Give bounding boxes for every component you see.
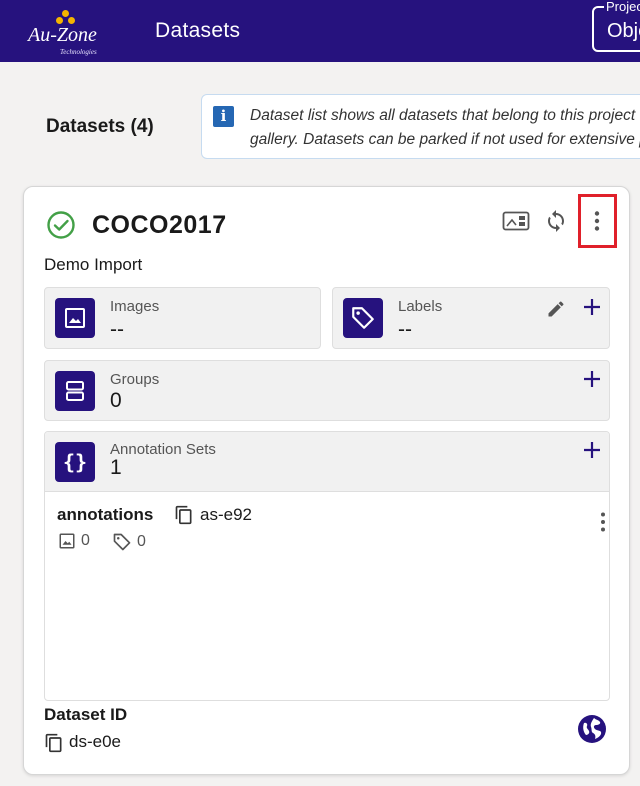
groups-label: Groups bbox=[110, 371, 160, 388]
groups-value: 0 bbox=[110, 389, 122, 412]
image-icon bbox=[55, 298, 95, 338]
sync-icon bbox=[548, 210, 564, 232]
tag-icon bbox=[113, 533, 131, 551]
add-labels-button[interactable] bbox=[581, 296, 603, 318]
images-value: -- bbox=[110, 318, 124, 341]
info-text: Dataset list shows all datasets that bel… bbox=[250, 104, 640, 152]
annotation-sets-header: {} Annotation Sets 1 bbox=[45, 432, 609, 492]
annotation-set-more-menu-button[interactable] bbox=[588, 507, 609, 537]
dataset-id-value: ds-e0e bbox=[69, 732, 121, 751]
info-icon: i bbox=[213, 106, 234, 127]
groups-icon bbox=[55, 371, 95, 411]
annotation-sets-section: {} Annotation Sets 1 annotations as-e92 bbox=[44, 431, 610, 701]
logo-subtext: Technologies bbox=[60, 48, 97, 56]
images-label: Images bbox=[110, 298, 160, 315]
image-icon bbox=[59, 533, 75, 549]
gallery-button[interactable] bbox=[501, 206, 531, 236]
globe-icon[interactable] bbox=[576, 713, 608, 745]
info-text-line-1: Dataset list shows all datasets that bel… bbox=[250, 107, 636, 124]
more-vertical-icon bbox=[601, 512, 605, 532]
tag-icon bbox=[343, 298, 383, 338]
sync-button[interactable] bbox=[541, 206, 571, 236]
project-selector-value: Object bbox=[607, 20, 640, 42]
labels-value: -- bbox=[398, 318, 412, 341]
plus-icon bbox=[584, 299, 600, 315]
check-circle-icon bbox=[47, 211, 75, 239]
gallery-icon bbox=[502, 211, 530, 231]
project-selector[interactable]: Project Object bbox=[592, 0, 640, 52]
copy-icon[interactable] bbox=[44, 733, 64, 753]
highlight-box bbox=[578, 194, 617, 248]
plus-icon bbox=[584, 371, 600, 387]
copy-icon[interactable] bbox=[174, 505, 194, 525]
labels-stat: Labels -- bbox=[332, 287, 610, 349]
groups-stat: Groups 0 bbox=[44, 360, 610, 421]
annotation-sets-label: Annotation Sets bbox=[110, 441, 216, 458]
add-annotation-set-button[interactable] bbox=[581, 439, 603, 461]
annotation-sets-value: 1 bbox=[110, 456, 122, 479]
top-navigation-bar: Au-Zone Technologies Datasets Project Ob… bbox=[0, 0, 640, 62]
project-selector-label: Project bbox=[604, 0, 640, 14]
info-text-line-2: gallery. Datasets can be parked if not u… bbox=[250, 131, 640, 148]
info-banner: i Dataset list shows all datasets that b… bbox=[201, 94, 640, 159]
edit-labels-button[interactable] bbox=[545, 298, 567, 320]
pencil-icon bbox=[548, 301, 564, 317]
datasets-count-heading: Datasets (4) bbox=[46, 116, 154, 137]
images-stat: Images -- bbox=[44, 287, 321, 349]
au-zone-logo[interactable]: Au-Zone Technologies bbox=[26, 8, 106, 56]
annotation-set-labels-value: 0 bbox=[137, 533, 146, 550]
logo-text: Au-Zone bbox=[28, 24, 97, 46]
annotation-set-images-value: 0 bbox=[81, 532, 90, 549]
dataset-subtitle: Demo Import bbox=[44, 255, 143, 274]
annotation-set-name: annotations bbox=[57, 505, 154, 524]
annotation-set-images-count: 0 bbox=[58, 532, 90, 550]
dataset-id-label: Dataset ID bbox=[44, 705, 128, 724]
logo-dots-icon bbox=[52, 10, 82, 24]
labels-label: Labels bbox=[398, 298, 443, 315]
nav-title: Datasets bbox=[155, 19, 241, 42]
braces-icon: {} bbox=[55, 442, 95, 482]
dataset-card: COCO2017 Demo Import Images -- Labels --… bbox=[23, 186, 630, 775]
annotation-set-id: as-e92 bbox=[200, 505, 252, 524]
add-group-button[interactable] bbox=[581, 368, 603, 390]
plus-icon bbox=[584, 442, 600, 458]
annotation-set-labels-count: 0 bbox=[112, 532, 146, 552]
dataset-name: COCO2017 bbox=[92, 211, 227, 239]
